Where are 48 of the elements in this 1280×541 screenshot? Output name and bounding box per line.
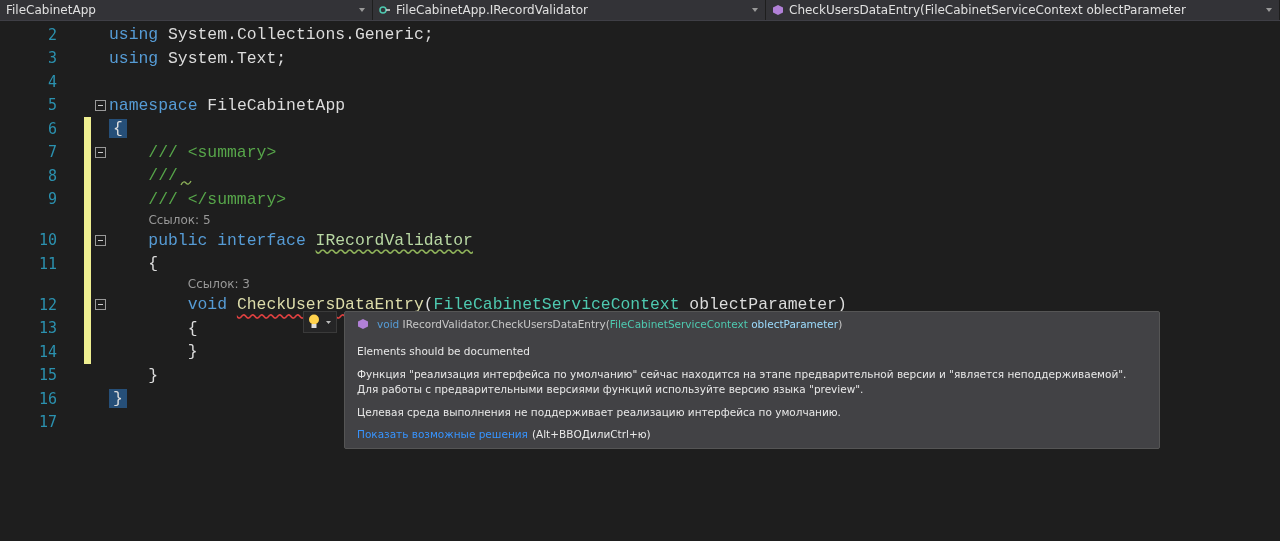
line-number: 6 [46,119,57,138]
line-number: 15 [37,366,57,385]
code-line: public interface IRecordValidator [147,230,473,250]
diagnostic-message: Функция "реализация интерфейса по умолчанию" сейчас находится на этапе предварительной версии и "является неподдерживаемой". Для работы с предварительными версиями функций используйте версию языка "preview". [357,367,1128,397]
code-line: { [147,254,159,274]
line-number: 14 [37,342,57,361]
line-number: 8 [46,166,57,185]
line-number: 12 [37,295,57,314]
line-number: 9 [46,190,57,209]
code-line: } [186,342,198,362]
diagnostic-message: Целевая среда выполнения не поддерживает реализацию интерфейса по умолчанию. [357,405,842,420]
line-number: 11 [37,254,57,273]
navigation-dropdown[interactable]: FileCabinetApp.IRecordValidator [373,0,766,20]
collapse-icon[interactable] [94,99,106,111]
code-line: /// <summary> [147,142,277,162]
diagnostic-message: Elements should be documented [357,344,531,359]
method-signature: void IRecordValidator.CheckUsersDataEntry(FileCabinetServiceContext oblectParameter) [377,318,843,330]
code-line: } [147,365,159,385]
line-number: 7 [46,143,57,162]
collapse-icon[interactable] [94,299,106,311]
caret-icon [1265,6,1273,14]
reference-count-link[interactable]: Ссылок: 5 [148,212,211,227]
cube-icon [772,4,784,16]
navigation-dropdown[interactable]: CheckUsersDataEntry(FileCabinetServiceContext oblectParameter [766,0,1280,20]
interface-icon [379,4,391,16]
code-line: /// [109,164,192,187]
caret-icon [358,6,366,14]
line-number: 4 [46,72,57,91]
lightbulb-icon[interactable] [303,311,337,333]
code-line: { [186,318,198,338]
code-line: /// </summary> [147,189,287,209]
shortcut-hint: (Alt+ВВОДилиCtrl+ю) [531,428,651,440]
line-number: 3 [46,49,57,68]
line-number: 13 [37,319,57,338]
navigation-dropdown[interactable]: FileCabinetApp [0,0,373,20]
collapse-icon[interactable] [94,234,106,246]
code-line: namespace FileCabinetApp [109,95,346,115]
cube-icon [357,318,369,330]
line-number: 17 [37,413,57,432]
line-number: 5 [46,96,57,115]
code-line: using System.Collections.Generic; [109,25,434,45]
collapse-icon[interactable] [94,146,106,158]
line-number: 10 [37,231,57,250]
code-line: using System.Text; [109,48,287,68]
line-number: 2 [46,25,57,44]
caret-icon [751,6,759,14]
line-number: 16 [37,389,57,408]
reference-count-link[interactable]: Ссылок: 3 [187,277,250,292]
